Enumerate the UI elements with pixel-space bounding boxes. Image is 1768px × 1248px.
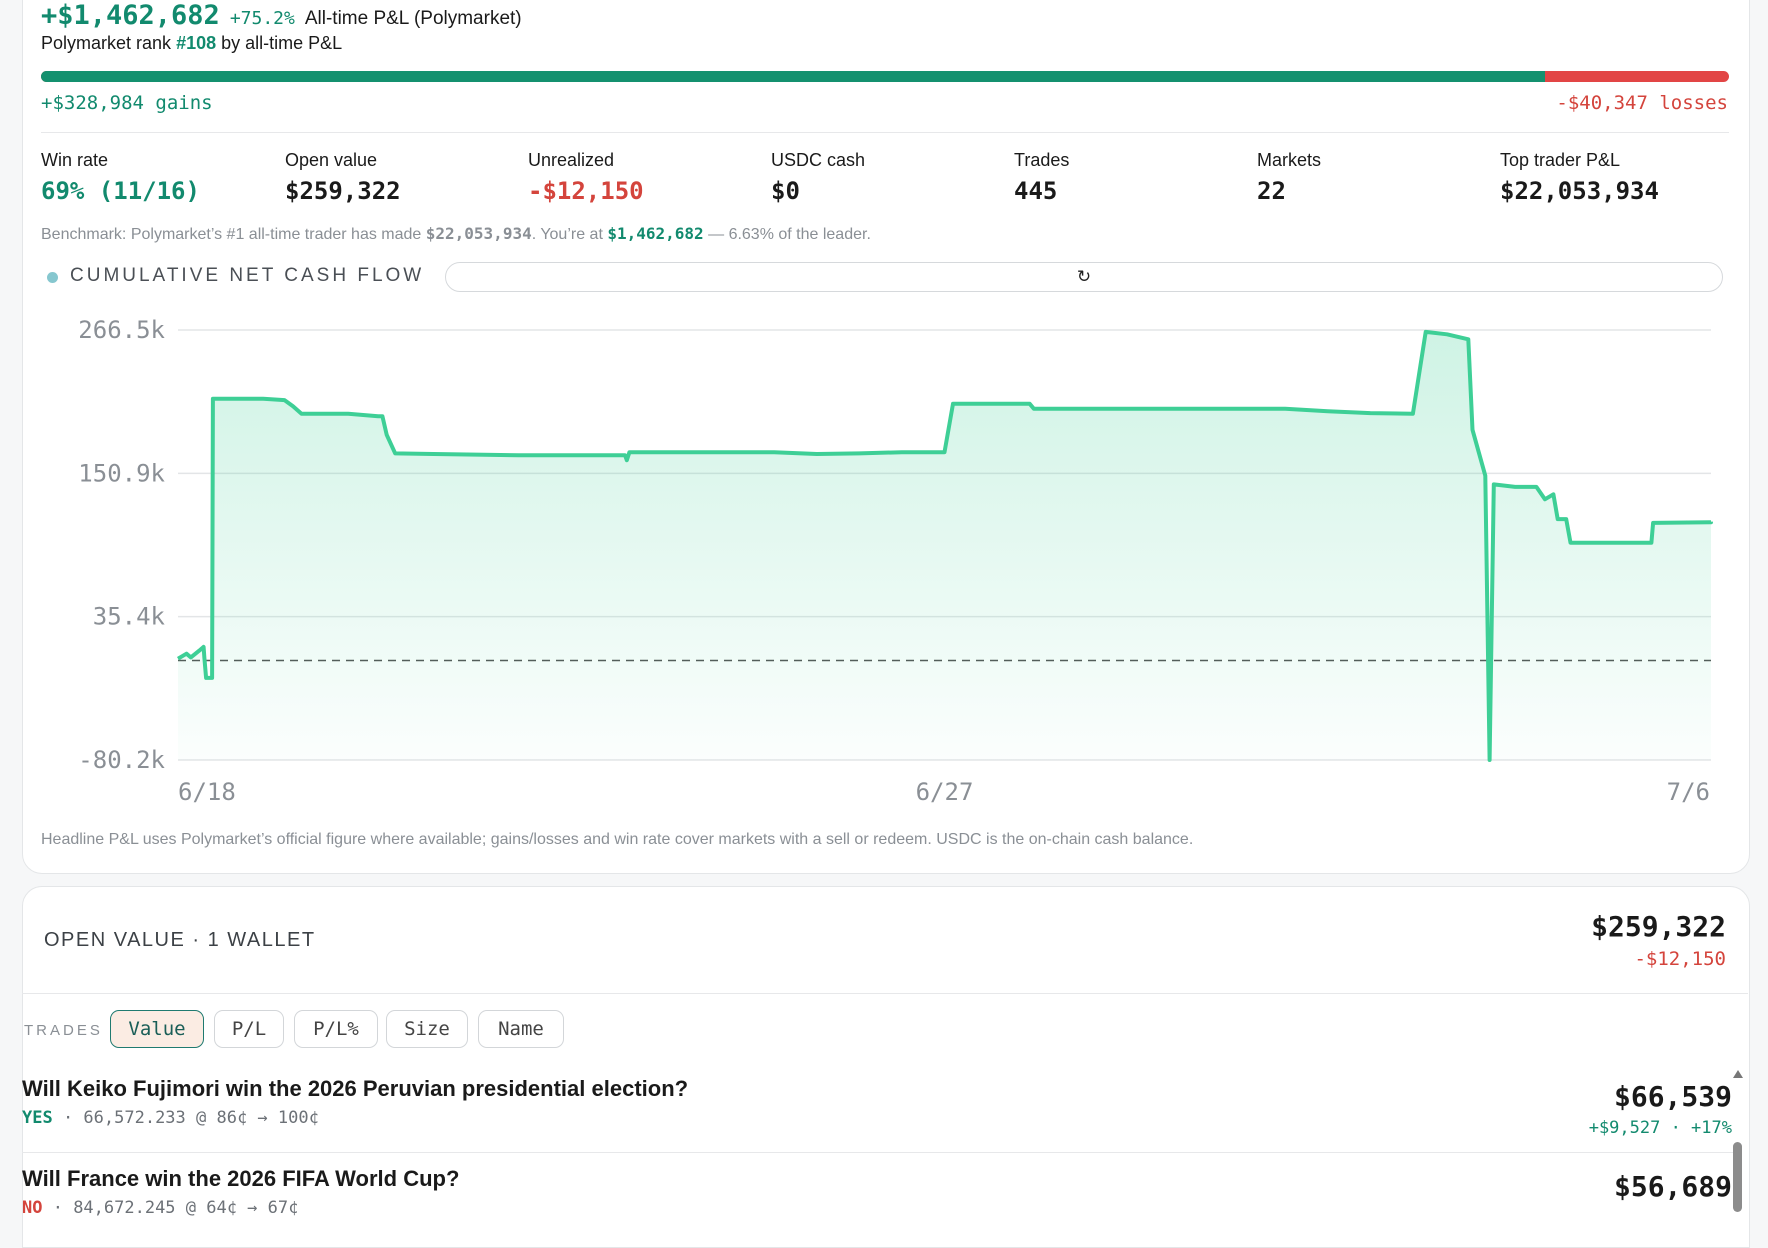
chart-title: CUMULATIVE NET CASH FLOW bbox=[70, 265, 425, 286]
gains-total: +$328,984 gains bbox=[41, 92, 213, 114]
divider bbox=[41, 132, 1729, 133]
trade-meta: YES · 66,572.233 @ 86¢ → 100¢ bbox=[22, 1108, 319, 1128]
x-tick-label: 6/27 bbox=[916, 778, 974, 806]
stat-value: 69% (11/16) bbox=[41, 177, 200, 205]
chart-header: CUMULATIVE NET CASH FLOW ↻ bbox=[41, 262, 1741, 292]
stat-label: Top trader P&L bbox=[1500, 150, 1621, 170]
trade-side: YES bbox=[22, 1108, 53, 1128]
stat-value: $0 bbox=[771, 177, 800, 205]
trade-question[interactable]: Will Keiko Fujimori win the 2026 Peruvia… bbox=[22, 1076, 688, 1102]
open-value-delta: -$12,150 bbox=[1634, 948, 1726, 970]
sort-size-button[interactable]: Size bbox=[386, 1010, 468, 1048]
divider bbox=[22, 1152, 1740, 1153]
stat-value: 445 bbox=[1014, 177, 1058, 205]
cash-flow-chart[interactable]: 266.5k 150.9k 35.4k -80.2k 6/18 6/27 7/6 bbox=[0, 300, 1768, 820]
stat-usdc-cash: USDC cash $0 bbox=[771, 150, 865, 205]
sort-value-button[interactable]: Value bbox=[110, 1010, 204, 1048]
sort-pl-button[interactable]: P/L bbox=[214, 1010, 284, 1048]
benchmark-text: . You’re at bbox=[531, 226, 608, 243]
benchmark-you-value: $1,462,682 bbox=[607, 224, 704, 243]
open-value-total: $259,322 bbox=[1591, 910, 1726, 943]
stat-top-trader-pnl: Top trader P&L $22,053,934 bbox=[1500, 150, 1659, 205]
chart-range-selector[interactable]: ↻ bbox=[445, 262, 1723, 292]
open-value-title: OPEN VALUE · 1 WALLET bbox=[44, 929, 316, 951]
trade-value: $56,689 bbox=[1613, 1170, 1732, 1203]
stat-value: $259,322 bbox=[285, 177, 401, 205]
stats-row: Win rate 69% (11/16) Open value $259,322… bbox=[41, 150, 1729, 210]
losses-total: -$40,347 losses bbox=[1556, 92, 1728, 114]
trade-detail: · 66,572.233 @ 86¢ → 100¢ bbox=[52, 1108, 319, 1128]
x-tick-label: 7/6 bbox=[1667, 778, 1710, 806]
sort-name-button[interactable]: Name bbox=[478, 1010, 564, 1048]
rank-value: #108 bbox=[176, 33, 217, 53]
rank-line: Polymarket rank #108 by all-time P&L bbox=[41, 33, 342, 54]
chart-dot-icon bbox=[47, 272, 58, 283]
series-area bbox=[178, 331, 1711, 760]
stat-trades: Trades 445 bbox=[1014, 150, 1069, 205]
stat-label: Open value bbox=[285, 150, 378, 170]
stat-value: 22 bbox=[1257, 177, 1286, 205]
stat-value: $22,053,934 bbox=[1500, 177, 1659, 205]
trade-row[interactable]: Will France win the 2026 FIFA World Cup?… bbox=[22, 1166, 1740, 1226]
scroll-up-icon[interactable] bbox=[1733, 1070, 1743, 1078]
headline-pnl-percent: +75.2% bbox=[229, 8, 295, 29]
stat-label: Unrealized bbox=[528, 150, 615, 170]
trade-question[interactable]: Will France win the 2026 FIFA World Cup? bbox=[22, 1166, 459, 1192]
rank-prefix: Polymarket rank bbox=[41, 33, 172, 53]
stat-value: -$12,150 bbox=[528, 177, 644, 205]
reset-zoom-icon[interactable]: ↻ bbox=[1077, 267, 1091, 287]
stat-open-value: Open value $259,322 bbox=[285, 150, 401, 205]
stat-label: USDC cash bbox=[771, 150, 866, 170]
sort-pl-percent-button[interactable]: P/L% bbox=[294, 1010, 378, 1048]
gains-bar-fill bbox=[41, 71, 1545, 82]
scrollbar-thumb[interactable] bbox=[1733, 1142, 1742, 1212]
benchmark-text: — 6.63% of the leader. bbox=[703, 226, 871, 243]
stat-label: Trades bbox=[1014, 150, 1070, 170]
benchmark-note: Benchmark: Polymarket’s #1 all-time trad… bbox=[41, 224, 871, 244]
benchmark-text: Benchmark: Polymarket’s #1 all-time trad… bbox=[41, 226, 426, 243]
sort-label: TRADES bbox=[24, 1022, 103, 1039]
y-tick-label: 150.9k bbox=[78, 459, 165, 487]
rank-suffix: by all-time P&L bbox=[221, 33, 343, 53]
trade-row[interactable]: Will Keiko Fujimori win the 2026 Peruvia… bbox=[22, 1076, 1740, 1146]
trade-side: NO bbox=[22, 1198, 43, 1218]
x-tick-label: 6/18 bbox=[178, 778, 236, 806]
y-tick-label: -80.2k bbox=[78, 746, 165, 774]
footnote: Headline P&L uses Polymarket’s official … bbox=[41, 831, 1194, 848]
stat-label: Markets bbox=[1257, 150, 1322, 170]
stat-win-rate: Win rate 69% (11/16) bbox=[41, 150, 200, 205]
benchmark-leader-value: $22,053,934 bbox=[425, 224, 532, 243]
y-tick-label: 266.5k bbox=[78, 316, 165, 344]
trade-change: +$9,527 · +17% bbox=[1588, 1118, 1732, 1138]
headline-pnl-value: +$1,462,682 bbox=[41, 0, 220, 31]
stat-markets: Markets 22 bbox=[1257, 150, 1321, 205]
stat-unrealized: Unrealized -$12,150 bbox=[528, 150, 644, 205]
trade-meta: NO · 84,672.245 @ 64¢ → 67¢ bbox=[22, 1198, 298, 1218]
headline-pnl: +$1,462,682 +75.2% All-time P&L (Polymarke… bbox=[41, 0, 522, 31]
divider bbox=[22, 993, 1748, 994]
headline-pnl-label: All-time P&L (Polymarket) bbox=[304, 8, 522, 29]
y-tick-label: 35.4k bbox=[93, 603, 166, 631]
trade-detail: · 84,672.245 @ 64¢ → 67¢ bbox=[42, 1198, 299, 1218]
stat-label: Win rate bbox=[41, 150, 109, 170]
gains-losses-bar bbox=[41, 71, 1729, 82]
trade-value: $66,539 bbox=[1613, 1080, 1732, 1113]
